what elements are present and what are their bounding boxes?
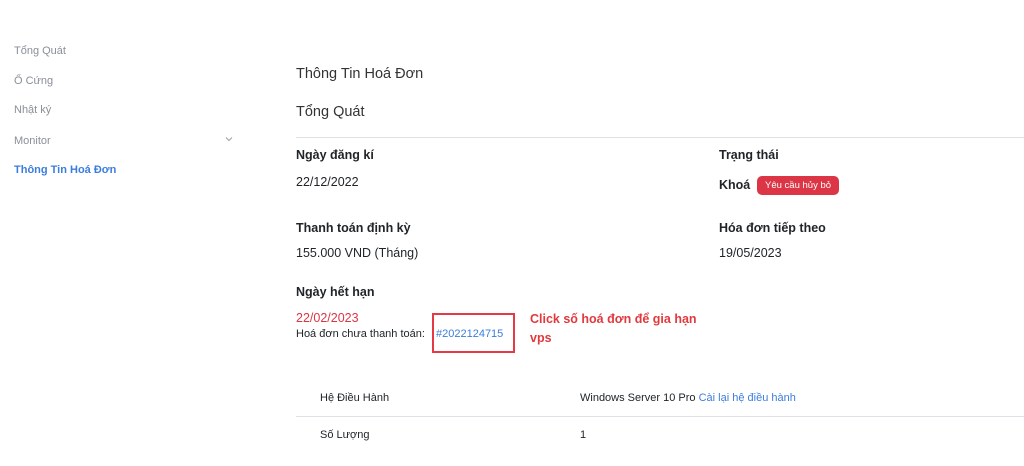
reinstall-os-link[interactable]: Cài lại hệ điều hành [699, 392, 796, 404]
next-invoice-value: 19/05/2023 [719, 246, 782, 260]
table-cell-key: Số Lượng [320, 429, 370, 441]
status-label: Trạng thái [719, 148, 779, 162]
table-row: Hệ Điều Hành Windows Server 10 Pro Cài l… [296, 380, 1024, 417]
status-value: Khoá [719, 178, 751, 192]
table-cell-key: Hệ Điều Hành [320, 392, 390, 404]
register-date-label: Ngày đăng kí [296, 148, 374, 162]
annotation-highlight-box [432, 313, 515, 353]
expiry-date-label: Ngày hết hạn [296, 285, 375, 299]
table-cell-value: Windows Server 10 Pro Cài lại hệ điều hà… [580, 392, 796, 404]
unpaid-invoice-label: Hoá đơn chưa thanh toán: [296, 328, 425, 340]
os-value: Windows Server 10 Pro [580, 392, 699, 404]
cancel-request-badge[interactable]: Yêu cầu hủy bỏ [757, 176, 840, 195]
recurring-payment-label: Thanh toán định kỳ [296, 221, 411, 235]
sidebar-item-monitor[interactable]: Monitor [14, 135, 51, 147]
table-row: Số Lượng 1 [296, 417, 1024, 454]
sidebar: Tổng Quát Ổ Cứng Nhật ký Monitor Thông T… [0, 0, 250, 466]
recurring-payment-value: 155.000 VND (Tháng) [296, 246, 419, 260]
sidebar-item-invoice-info[interactable]: Thông Tin Hoá Đơn [14, 164, 116, 176]
chevron-down-icon[interactable] [224, 134, 234, 144]
sidebar-item-disk[interactable]: Ổ Cứng [14, 75, 53, 87]
expiry-date-value: 22/02/2023 [296, 311, 359, 325]
annotation-text: Click số hoá đơn để gia hạn vps [530, 312, 697, 345]
section-title: Tổng Quát [296, 104, 365, 120]
sidebar-item-log[interactable]: Nhật ký [14, 104, 51, 116]
table-cell-value: 1 [580, 429, 587, 441]
next-invoice-label: Hóa đơn tiếp theo [719, 221, 826, 235]
main-content: Thông Tin Hoá Đơn Tổng Quát Ngày đăng kí… [296, 0, 1024, 466]
page-title: Thông Tin Hoá Đơn [296, 66, 424, 82]
divider [296, 137, 1024, 138]
sidebar-item-overview[interactable]: Tổng Quát [14, 45, 66, 57]
register-date-value: 22/12/2022 [296, 175, 359, 189]
